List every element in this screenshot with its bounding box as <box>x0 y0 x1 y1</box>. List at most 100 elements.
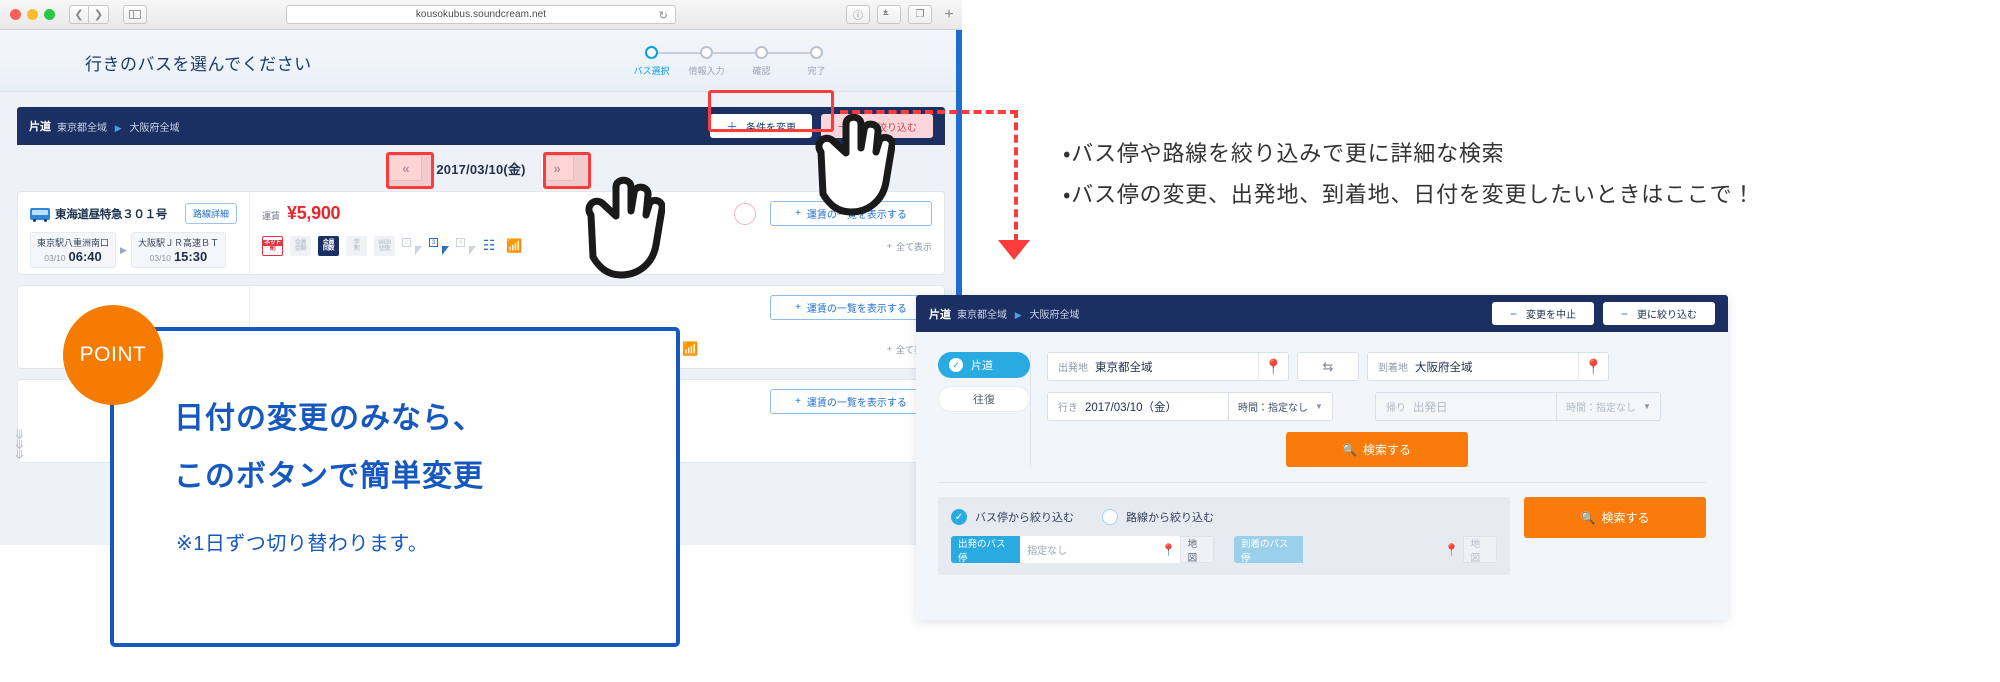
connector-arrow-icon <box>998 240 1030 260</box>
address-bar[interactable]: kousokubus.soundcream.net ↻ <box>286 5 676 24</box>
search-panel-header: 片道 東京都全域 ▶ 大阪府全域 − 変更を中止 − 更に絞り込む <box>916 295 1728 332</box>
outbound-date-input[interactable]: 行き 2017/03/10（金） <box>1047 392 1229 421</box>
callout-line-1: 日付の変更のみなら、 <box>174 402 484 435</box>
arrow-icon: ▶ <box>114 122 122 133</box>
arrival-stop-field[interactable]: 到着のバス停 📍 地図 <box>1234 536 1497 563</box>
destination-input[interactable]: 到着地 大阪府全域 📍 <box>1367 352 1609 381</box>
minimize-window-button[interactable] <box>27 9 38 20</box>
badge-web-roundtrip: WEB 往復 <box>374 236 395 256</box>
chevron-down-icon: ▼ <box>1643 402 1651 411</box>
chrome-right-buttons[interactable]: ⓘ ⎯ ★ ❐ <box>846 5 932 24</box>
badge-member-amount: 会員 金額 <box>290 236 311 256</box>
badge-bottom: 回数 <box>322 246 335 252</box>
sidebar-icon[interactable] <box>123 5 147 24</box>
return-date-input[interactable]: 帰り 出発日 <box>1375 392 1557 421</box>
search-panel: 片道 東京都全域 ▶ 大阪府全域 − 変更を中止 − 更に絞り込む ✓ 片道 往… <box>916 295 1728 620</box>
destination-stop: 大阪駅ＪＲ高速ＢＴ 03/10 15:30 <box>130 232 226 268</box>
screenshot-root: ❮ ❯ kousokubus.soundcream.net ↻ ⓘ ⎯ ★ ❐ +… <box>0 0 2000 682</box>
swap-locations-button[interactable]: ⇆ <box>1297 352 1359 381</box>
map-pin-icon[interactable]: 📍 <box>1578 353 1608 380</box>
arrow-icon: ▶ <box>120 244 127 255</box>
back-icon[interactable]: ❮ <box>69 5 89 24</box>
radio-filter-by-route[interactable]: 路線から絞り込む <box>1102 509 1214 525</box>
search-button-secondary[interactable]: 🔍 検索する <box>1524 497 1706 538</box>
destination-time-value: 15:30 <box>173 249 208 264</box>
new-tab-icon[interactable]: + <box>938 4 960 26</box>
bus-name-row: 東海道昼特急３０１号 路線詳細 <box>30 203 237 224</box>
search-button-secondary-label: 検索する <box>1601 511 1650 525</box>
reload-icon[interactable]: ↻ <box>659 9 668 22</box>
maximize-window-button[interactable] <box>44 9 55 20</box>
info-icon[interactable]: ⓘ <box>846 5 870 24</box>
radio-filter-by-stop[interactable]: ✓ バス停から絞り込む <box>951 509 1074 525</box>
show-fare-list-label: 運賃の一覧を表示する <box>806 398 907 409</box>
callout-note: ※1日ずつ切り替わります。 <box>176 533 429 555</box>
badge-bottom: 割 <box>353 246 360 252</box>
nav-buttons[interactable]: ❮ ❯ <box>69 5 109 24</box>
filter-section: ✓ バス停から絞り込む 路線から絞り込む 出発のバス停 指定なし 📍 地図 到着… <box>938 497 1706 575</box>
map-pin-icon[interactable]: 📍 <box>1158 536 1180 563</box>
arrow-icon: ▶ <box>1014 310 1022 320</box>
plus-icon: + <box>795 302 801 313</box>
forward-icon[interactable]: ❯ <box>89 5 109 24</box>
search-panel-body: ✓ 片道 往復 出発地 東京都全域 📍 ⇆ 到着地 大阪府全域 📍 行き 201… <box>916 332 1728 467</box>
search-button-primary[interactable]: 🔍 検索する <box>1285 432 1468 467</box>
minus-icon: − <box>1509 306 1517 321</box>
show-all-button[interactable]: + 全て表示 <box>887 240 932 253</box>
arrival-stop-map-button[interactable]: 地図 <box>1462 536 1497 563</box>
window-controls[interactable] <box>10 9 55 20</box>
departure-stop-field[interactable]: 出発のバス停 指定なし 📍 地図 <box>951 536 1214 563</box>
arrival-stop-value[interactable] <box>1303 536 1442 563</box>
outbound-time-select[interactable]: 時間：指定なし ▼ <box>1229 392 1333 421</box>
outbound-date-value: 2017/03/10（金） <box>1085 401 1178 414</box>
seat-4-row-icon: 4 <box>456 237 476 255</box>
origin-input[interactable]: 出発地 東京都全域 📍 <box>1047 352 1289 381</box>
tab-one-way[interactable]: ✓ 片道 <box>938 352 1030 378</box>
destination-input-label: 到着地 <box>1378 363 1408 374</box>
show-fare-list-button[interactable]: + 運賃の一覧を表示する <box>770 389 932 414</box>
seat-count: 3 <box>429 238 438 247</box>
cursor-hand-icon <box>815 113 895 216</box>
tab-round-trip[interactable]: 往復 <box>938 386 1030 412</box>
step-bus-select: バス選択 <box>624 46 707 77</box>
condition-way-label: 片道 <box>29 121 51 133</box>
return-date-placeholder: 出発日 <box>1413 401 1448 414</box>
seat-availability-icon <box>734 203 756 225</box>
show-fare-list-button[interactable]: + 運賃の一覧を表示する <box>770 295 932 320</box>
panel-narrow-more-button[interactable]: − 更に絞り込む <box>1602 302 1715 325</box>
change-conditions-button[interactable]: ＋ 条件を変更 <box>709 114 812 138</box>
way-tabs: ✓ 片道 往復 <box>938 352 1030 467</box>
radio-circle-icon <box>1102 509 1118 525</box>
tab-one-way-label: 片道 <box>971 360 993 372</box>
radio-filter-by-stop-label: バス停から絞り込む <box>975 512 1074 524</box>
current-date-label: 2017/03/10(金) <box>436 161 526 177</box>
panel-destination: 大阪府全域 <box>1029 310 1080 321</box>
seat-count: 4 <box>456 238 465 247</box>
share-icon[interactable]: ⎯ ★ <box>877 5 901 24</box>
departure-stop-label: 出発のバス停 <box>951 536 1021 563</box>
step-label: 確認 <box>752 66 771 76</box>
map-pin-icon[interactable]: 📍 <box>1441 536 1463 563</box>
cancel-change-button[interactable]: − 変更を中止 <box>1491 302 1594 325</box>
badge-bottom: 金額 <box>294 246 307 252</box>
step-ring-icon <box>755 46 768 59</box>
tabs-icon[interactable]: ❐ <box>908 5 932 24</box>
close-window-button[interactable] <box>10 9 21 20</box>
filter-radio-group: ✓ バス停から絞り込む 路線から絞り込む <box>951 509 1497 525</box>
return-time-select[interactable]: 時間：指定なし ▼ <box>1557 392 1661 421</box>
panel-origin: 東京都全域 <box>957 310 1007 321</box>
origin-input-label: 出発地 <box>1058 363 1088 374</box>
map-pin-icon[interactable]: 📍 <box>1258 353 1288 380</box>
check-icon: ✓ <box>951 509 967 525</box>
power-outlet-icon: ☷ <box>483 237 496 253</box>
search-button-label: 検索する <box>1362 443 1411 457</box>
plus-icon: + <box>795 396 801 407</box>
departure-stop-value[interactable]: 指定なし <box>1020 536 1159 563</box>
step-ring-icon <box>645 46 658 59</box>
route-detail-button[interactable]: 路線詳細 <box>184 203 237 224</box>
next-day-button[interactable]: » <box>539 155 574 181</box>
step-ring-icon <box>810 46 823 59</box>
departure-stop-map-button[interactable]: 地図 <box>1179 536 1214 563</box>
prev-day-button[interactable]: « <box>388 155 423 181</box>
wifi-icon: 📶 <box>506 238 523 253</box>
